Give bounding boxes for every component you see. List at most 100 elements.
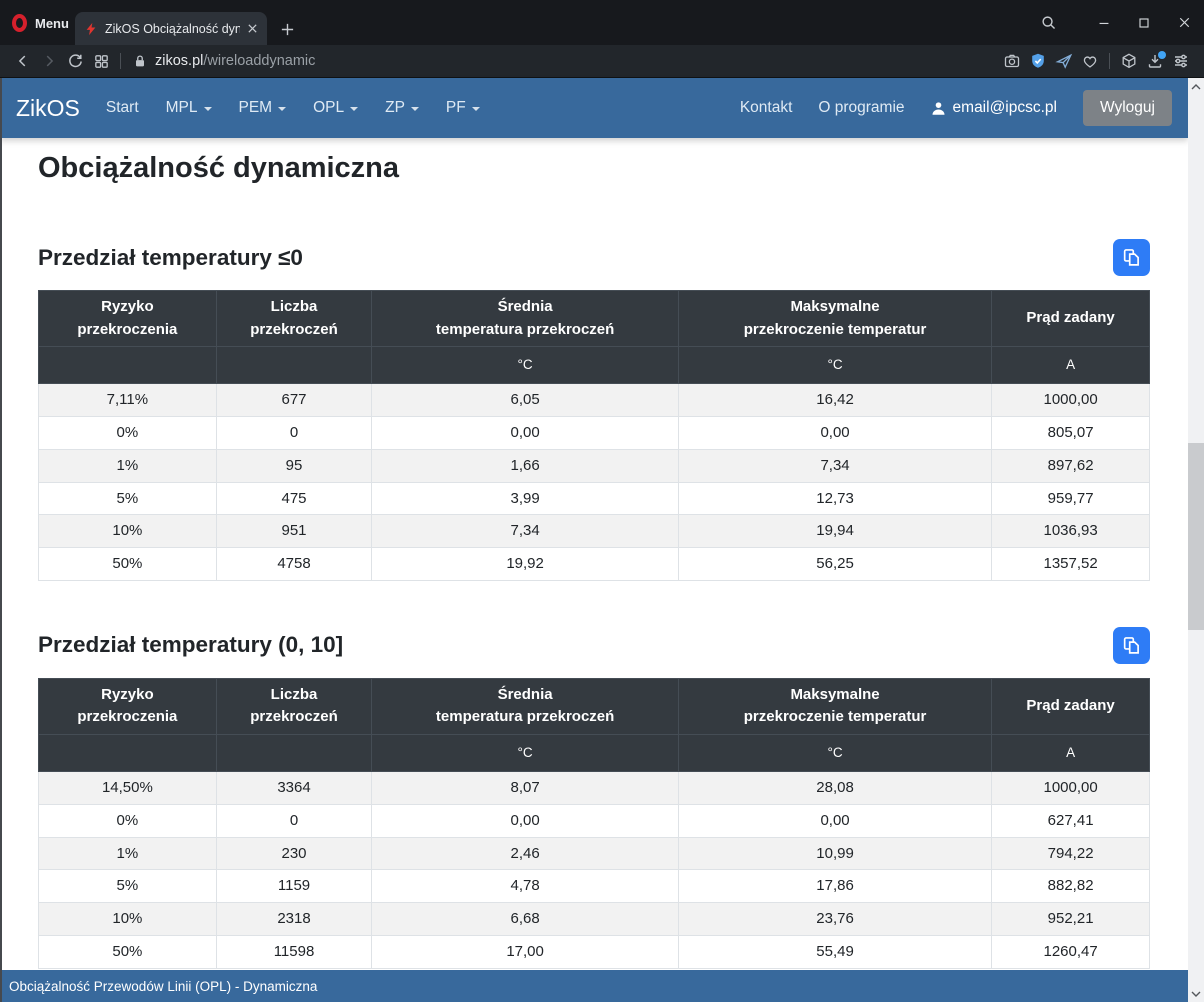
nav-item-kontakt[interactable]: Kontakt — [740, 99, 793, 117]
chevron-down-icon — [411, 107, 419, 111]
tab-close-icon[interactable] — [247, 23, 258, 34]
table-temp-0-10: Ryzyko przekroczenia Liczba przekroczeń … — [38, 678, 1150, 969]
browser-menu-button[interactable]: Menu — [12, 11, 69, 35]
column-header: Prąd zadany — [992, 678, 1150, 734]
nav-item-pem[interactable]: PEM — [239, 99, 287, 117]
app-navbar: ZikOS Start MPL PEM OPL ZP PF Kontakt O … — [0, 78, 1188, 138]
nav-item-opl[interactable]: OPL — [313, 99, 358, 117]
forward-icon[interactable] — [36, 50, 62, 72]
downloads-icon[interactable] — [1142, 50, 1168, 72]
nav-item-mpl[interactable]: MPL — [166, 99, 212, 117]
table-cell: 0% — [39, 804, 217, 837]
lock-icon[interactable] — [127, 50, 153, 72]
section-temp-le0: Przedział temperatury ≤0 Ryzyko przekroc… — [38, 239, 1150, 581]
table-cell: 5% — [39, 870, 217, 903]
table-cell: 4758 — [216, 548, 372, 581]
download-badge — [1158, 51, 1166, 59]
table-cell: 7,11% — [39, 384, 217, 417]
table-row: 10% 2318 6,68 23,76 952,21 — [39, 903, 1150, 936]
table-cell: 1159 — [216, 870, 372, 903]
table-cell: 0% — [39, 417, 217, 450]
page-title: Obciążalność dynamiczna — [38, 150, 1150, 186]
easy-setup-sliders-icon[interactable] — [1168, 50, 1194, 72]
table-cell: 805,07 — [992, 417, 1150, 450]
back-icon[interactable] — [10, 50, 36, 72]
table-row: 1% 230 2,46 10,99 794,22 — [39, 837, 1150, 870]
heart-icon[interactable] — [1077, 50, 1103, 72]
address-separator — [1109, 53, 1110, 69]
table-cell: 1036,93 — [992, 515, 1150, 548]
table-cell: 55,49 — [678, 935, 991, 968]
copy-table-button[interactable] — [1113, 627, 1150, 664]
user-email: email@ipcsc.pl — [931, 99, 1057, 117]
nav-item-zp[interactable]: ZP — [385, 99, 419, 117]
table-temp-le0: Ryzyko przekroczenia Liczba przekroczeń … — [38, 290, 1150, 581]
logout-button[interactable]: Wyloguj — [1083, 90, 1172, 126]
close-button[interactable] — [1164, 0, 1204, 45]
window-left-edge — [0, 78, 2, 1002]
section-heading: Przedział temperatury ≤0 — [38, 245, 303, 271]
table-cell: 19,92 — [372, 548, 679, 581]
column-header: Średnia temperatura przekroczeń — [372, 678, 679, 734]
browser-search-button[interactable] — [1028, 0, 1068, 45]
table-cell: 0 — [216, 804, 372, 837]
window-controls — [1028, 0, 1204, 45]
column-header: Prąd zadany — [992, 291, 1150, 347]
url-field[interactable]: zikos.pl/wireloaddynamic — [155, 53, 999, 69]
table-cell: 16,42 — [678, 384, 991, 417]
unit-cell: °C — [372, 347, 679, 384]
table-cell: 7,34 — [678, 449, 991, 482]
table-cell: 19,94 — [678, 515, 991, 548]
nav-item-o-programie[interactable]: O programie — [818, 99, 904, 117]
scroll-down-icon[interactable] — [1188, 985, 1204, 1002]
shield-check-icon[interactable] — [1025, 50, 1051, 72]
scrollbar-thumb[interactable] — [1188, 443, 1204, 630]
status-bar: Obciążalność Przewodów Linii (OPL) - Dyn… — [0, 970, 1188, 1002]
table-cell: 7,34 — [372, 515, 679, 548]
nav-item-pf[interactable]: PF — [446, 99, 480, 117]
header-row: Ryzyko przekroczenia Liczba przekroczeń … — [39, 678, 1150, 734]
reload-icon[interactable] — [62, 50, 88, 72]
copy-table-button[interactable] — [1113, 239, 1150, 276]
chevron-down-icon — [204, 107, 212, 111]
send-plane-icon[interactable] — [1051, 50, 1077, 72]
unit-cell: °C — [678, 347, 991, 384]
table-cell: 1260,47 — [992, 935, 1150, 968]
table-cell: 1000,00 — [992, 384, 1150, 417]
extensions-cube-icon[interactable] — [1116, 50, 1142, 72]
copy-icon — [1121, 635, 1142, 656]
table-cell: 56,25 — [678, 548, 991, 581]
table-cell: 627,41 — [992, 804, 1150, 837]
table-cell: 951 — [216, 515, 372, 548]
new-tab-button[interactable] — [276, 18, 298, 40]
table-cell: 6,05 — [372, 384, 679, 417]
speed-dial-icon[interactable] — [88, 50, 114, 72]
browser-tab[interactable]: ZikOS Obciążalność dynam — [75, 12, 267, 45]
table-cell: 10,99 — [678, 837, 991, 870]
column-header: Maksymalne przekroczenie temperatur — [678, 291, 991, 347]
vertical-scrollbar[interactable] — [1188, 78, 1204, 1002]
brand-zikos[interactable]: ZikOS — [16, 95, 80, 122]
scroll-up-icon[interactable] — [1188, 78, 1204, 95]
maximize-button[interactable] — [1124, 0, 1164, 45]
table-cell: 17,86 — [678, 870, 991, 903]
table-cell: 1% — [39, 449, 217, 482]
table-cell: 10% — [39, 515, 217, 548]
table-cell: 1000,00 — [992, 772, 1150, 805]
minimize-button[interactable] — [1084, 0, 1124, 45]
nav-item-start[interactable]: Start — [106, 99, 139, 117]
section-heading: Przedział temperatury (0, 10] — [38, 632, 343, 658]
table-cell: 2,46 — [372, 837, 679, 870]
url-path: /wireloaddynamic — [203, 53, 315, 69]
table-row: 5% 475 3,99 12,73 959,77 — [39, 482, 1150, 515]
table-cell: 1% — [39, 837, 217, 870]
table-cell: 10% — [39, 903, 217, 936]
section-temp-0-10: Przedział temperatury (0, 10] Ryzyko prz… — [38, 627, 1150, 969]
table-cell: 952,21 — [992, 903, 1150, 936]
column-header: Ryzyko przekroczenia — [39, 291, 217, 347]
snapshot-camera-icon[interactable] — [999, 50, 1025, 72]
column-header: Liczba przekroczeń — [216, 291, 372, 347]
unit-cell: °C — [372, 734, 679, 771]
window-titlebar: Menu ZikOS Obciążalność dynam — [0, 0, 1204, 45]
chevron-down-icon — [278, 107, 286, 111]
